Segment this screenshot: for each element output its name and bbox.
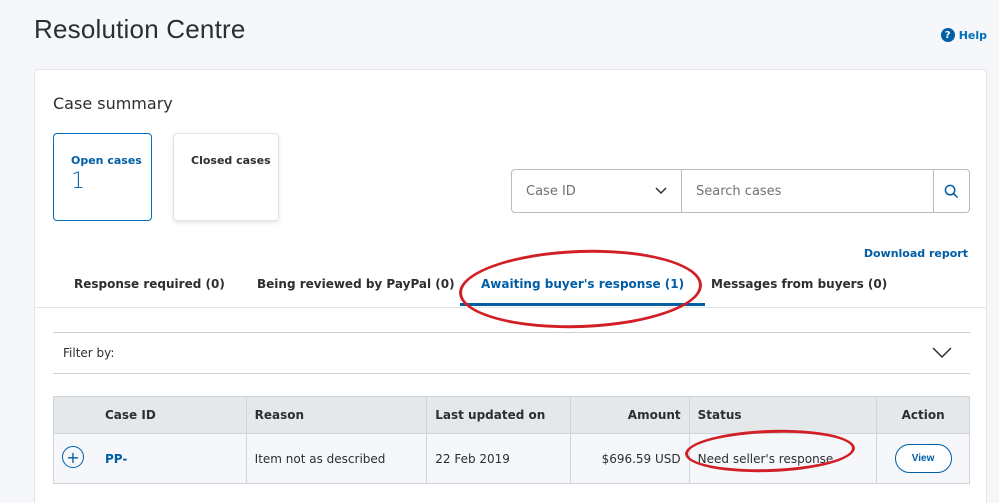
search-button[interactable]: [933, 170, 969, 212]
help-label: Help: [958, 28, 987, 42]
download-report-link[interactable]: Download report: [864, 247, 968, 260]
table-header: Case ID Reason Last updated on Amount St…: [54, 397, 969, 433]
header-last-updated: Last updated on: [427, 397, 571, 433]
open-cases-label: Open cases: [71, 154, 142, 167]
help-link[interactable]: ? Help: [940, 28, 987, 42]
row-amount: $696.59 USD: [571, 434, 690, 483]
case-summary-card: Case summary Open cases 1 Closed cases C…: [34, 69, 987, 503]
case-tabs: Response required (0) Being reviewed by …: [35, 268, 986, 308]
closed-cases-tile[interactable]: Closed cases: [173, 133, 279, 221]
case-id-link[interactable]: PP-: [105, 452, 127, 466]
tab-awaiting-buyer[interactable]: Awaiting buyer's response (1): [460, 277, 706, 306]
header-case-id: Case ID: [54, 397, 247, 433]
table-row: + PP- Item not as described 22 Feb 2019 …: [54, 433, 969, 483]
search-field-select[interactable]: Case ID: [512, 170, 682, 212]
case-summary-title: Case summary: [53, 94, 173, 113]
row-updated: 22 Feb 2019: [427, 434, 571, 483]
closed-cases-label: Closed cases: [191, 154, 271, 167]
filter-bar[interactable]: Filter by:: [53, 332, 970, 374]
tab-being-reviewed[interactable]: Being reviewed by PayPal (0): [257, 277, 455, 303]
header-amount: Amount: [571, 397, 690, 433]
tab-messages-from-buyers[interactable]: Messages from buyers (0): [711, 277, 887, 303]
tab-response-required[interactable]: Response required (0): [74, 277, 225, 303]
search-field-value: Case ID: [526, 183, 576, 199]
help-icon: ?: [940, 28, 955, 42]
search-bar: Case ID: [511, 169, 970, 213]
chevron-down-icon: [655, 187, 667, 195]
row-reason: Item not as described: [247, 434, 428, 483]
view-button[interactable]: View: [894, 444, 952, 473]
search-input[interactable]: [682, 170, 933, 212]
filter-label: Filter by:: [63, 346, 115, 360]
open-cases-tile[interactable]: Open cases 1: [53, 133, 152, 221]
header-reason: Reason: [247, 397, 428, 433]
header-status: Status: [690, 397, 878, 433]
row-status: Need seller's response: [690, 434, 878, 483]
cases-table: Case ID Reason Last updated on Amount St…: [53, 396, 970, 484]
chevron-down-icon[interactable]: [932, 347, 952, 359]
page-title: Resolution Centre: [34, 14, 246, 44]
open-cases-count: 1: [71, 169, 85, 194]
expand-row-icon[interactable]: +: [62, 446, 84, 468]
search-icon: [944, 184, 959, 198]
header-action: Action: [901, 408, 945, 422]
